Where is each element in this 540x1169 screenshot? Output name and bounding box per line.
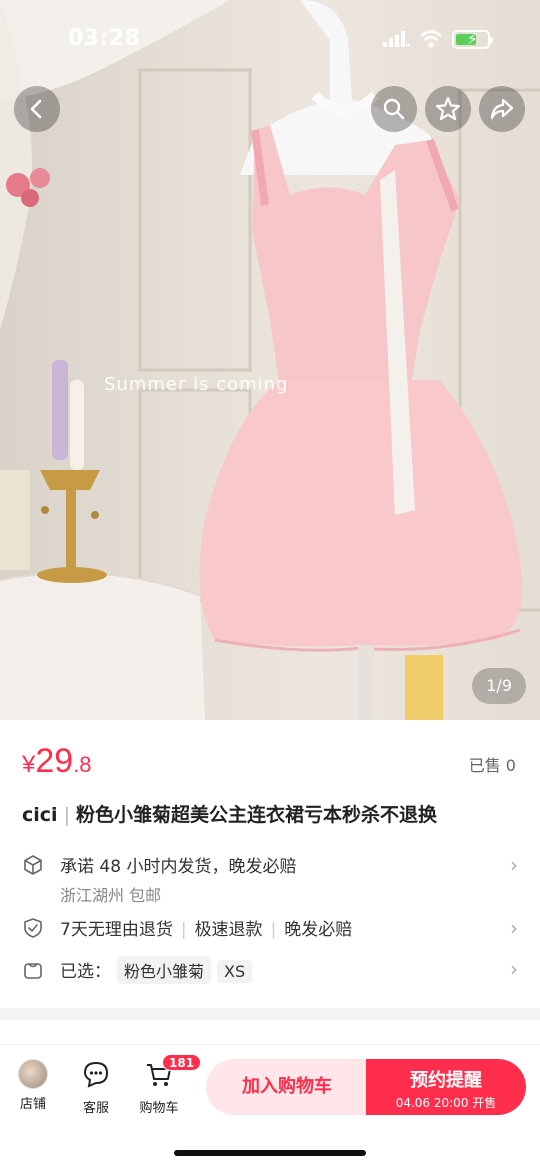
status-time: 03:28 [68,26,141,51]
favorite-button[interactable] [425,86,471,132]
title-separator: | [63,804,70,826]
cart-badge: 181 [162,1054,202,1071]
section-divider [0,1008,540,1020]
selected-spec-row[interactable]: 已选： 粉色小雏菊 XS › [22,956,520,986]
chevron-right-icon: › [510,957,518,981]
shop-avatar [18,1059,48,1089]
share-icon [490,98,514,120]
reminder-time: 04.06 20:00 开售 [395,1096,497,1110]
shop-tab[interactable]: 店铺 [5,1059,61,1112]
guarantee-row[interactable]: 7天无理由退货 | 极速退款 | 晚发必赔 › [22,915,520,945]
price-integer: 29 [35,742,74,780]
package-icon [24,855,42,875]
price-decimal: .8 [73,752,92,777]
overlay-caption: Summer is coming [104,374,289,395]
back-button[interactable] [14,86,60,132]
shipping-row[interactable]: 承诺 48 小时内发货，晚发必赔 浙江湖州 包邮 › [22,852,520,912]
selected-size-chip: XS [217,960,253,983]
share-button[interactable] [479,86,525,132]
product-title: cici | 粉色小雏菊超美公主连衣裙亏本秒杀不退换 [22,800,437,827]
home-indicator[interactable] [174,1150,366,1156]
guarantee-late-delivery: 晚发必赔 [284,920,353,940]
price: ¥29.8 [22,742,92,781]
guarantee-return: 7天无理由退货 [60,920,173,940]
chat-bubble-icon [83,1061,109,1088]
reservation-reminder-button[interactable]: 预约提醒 04.06 20:00 开售 [366,1059,526,1115]
chevron-right-icon: › [510,853,518,877]
bag-icon [24,963,42,979]
price-currency: ¥ [22,751,36,778]
price-row: ¥29.8 已售 0 [0,730,540,790]
customer-service-tab[interactable]: 客服 [68,1059,124,1116]
sold-count: 已售 0 [468,756,516,775]
back-icon [30,99,42,119]
guarantee-refund: 极速退款 [194,920,263,940]
selected-spec: 已选： 粉色小雏菊 XS [60,956,253,984]
search-icon [383,98,405,120]
divider: | [270,920,277,940]
image-page-indicator: 1/9 [472,668,526,704]
cart-tab-label: 购物车 [139,1101,179,1116]
shipping-promise: 承诺 48 小时内发货，晚发必赔 [60,857,297,877]
reminder-title: 预约提醒 [410,1070,482,1091]
status-bar: 03:28 ⚡ [0,0,540,80]
search-button[interactable] [371,86,417,132]
shop-tab-label: 店铺 [19,1097,46,1112]
customer-service-label: 客服 [82,1101,109,1116]
chevron-right-icon: › [510,916,518,940]
cellular-signal-icon [383,31,410,47]
shipping-origin: 浙江湖州 包邮 [60,886,162,905]
shop-name: cici [22,804,58,826]
wifi-icon [420,30,442,48]
product-name: 粉色小雏菊超美公主连衣裙亏本秒杀不退换 [75,804,437,826]
battery-icon: ⚡ [452,30,493,49]
selected-label: 已选： [60,962,111,982]
cart-tab[interactable]: 181 购物车 [131,1054,202,1116]
shield-check-icon [24,918,42,938]
divider: | [180,920,187,940]
selected-color-chip: 粉色小雏菊 [117,956,212,984]
add-to-cart-button[interactable]: 加入购物车 [206,1059,368,1115]
guarantee-list: 7天无理由退货 | 极速退款 | 晚发必赔 [60,915,352,940]
star-icon [435,96,461,121]
